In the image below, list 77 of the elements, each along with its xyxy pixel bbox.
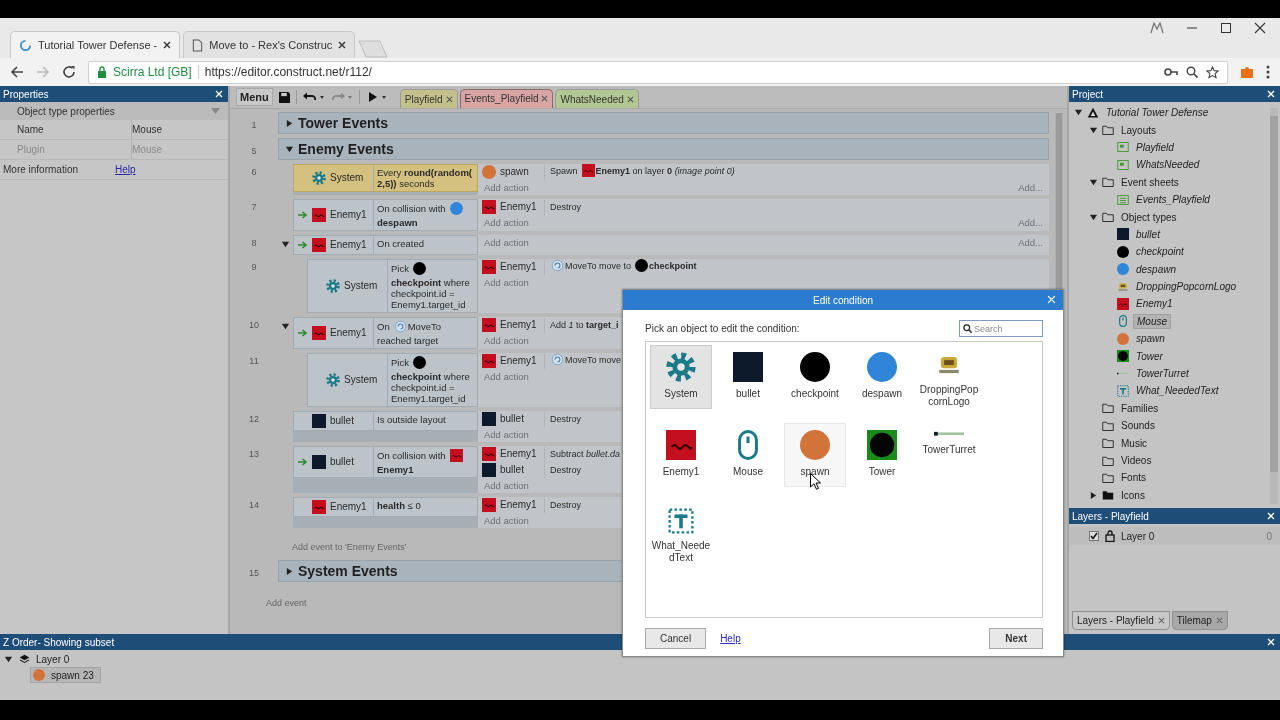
condition-text: Is outside layout (377, 414, 446, 425)
panel-title: Project (1072, 88, 1104, 100)
section-title: Object type properties (17, 105, 115, 117)
object-name: Enemy1 (500, 499, 537, 511)
condition-text: checkpoint where (391, 371, 470, 382)
panel-title: Properties (3, 88, 49, 100)
object-name: Enemy1 (500, 319, 537, 331)
object-name: Enemy1 (330, 239, 367, 251)
group-title: Enemy Events (298, 141, 394, 157)
panel-title: Z Order- Showing subset (3, 636, 115, 648)
object-name: bullet (330, 415, 354, 427)
object-name: bullet (500, 464, 524, 476)
action-text: MoveTo move to (565, 260, 632, 272)
condition-text: On collision with (377, 203, 446, 214)
object-name: System (344, 374, 378, 386)
condition-text: Pick (391, 357, 409, 368)
condition-text: Enemy1 (377, 464, 414, 475)
layer-count: 0 (1266, 530, 1272, 542)
property-name: More information (3, 163, 80, 177)
line-number: 1 (251, 120, 257, 130)
action-text: Destroy (550, 464, 581, 476)
object-name: bullet (500, 413, 524, 425)
property-name: Plugin (17, 140, 132, 159)
condition-text: Every round(random( (377, 167, 472, 178)
line-number: 6 (251, 167, 257, 177)
condition-text: despawn (377, 217, 418, 228)
line-number: 10 (249, 320, 259, 330)
condition-text: On created (377, 238, 424, 249)
action-text: Enemy1 on layer 0 (image point 0) (595, 165, 735, 177)
prompt-text: Pick an object to edit the condition: (645, 323, 800, 334)
condition-text: reached target (377, 335, 439, 346)
condition-text: Enemy1.target_id (391, 393, 466, 404)
line-number: 15 (249, 568, 259, 578)
property-value: Mouse (132, 124, 163, 135)
line-number: 7 (251, 202, 257, 212)
condition-text: checkpoint.id = (391, 382, 455, 393)
condition-text: Pick (391, 263, 409, 274)
object-name: Enemy1 (330, 209, 367, 221)
object-name: Enemy1 (500, 355, 537, 367)
condition-text: Enemy1.target_id (391, 299, 466, 310)
line-number: 11 (249, 356, 259, 366)
action-text: Add 1 to target_i (550, 319, 619, 331)
group-title: Tower Events (298, 115, 388, 131)
panel-title: Layers - Playfield (1072, 510, 1149, 522)
group-title: System Events (298, 563, 398, 579)
line-number: 12 (249, 414, 259, 424)
condition-text: checkpoint where (391, 277, 470, 288)
property-value: Mouse (132, 144, 163, 155)
condition-text: checkpoint.id = (391, 288, 455, 299)
action-text: MoveTo move (565, 354, 622, 366)
object-name: spawn (500, 166, 529, 178)
condition-text: health ≤ 0 (377, 500, 421, 511)
line-number: 5 (251, 146, 257, 156)
line-number: 13 (249, 449, 259, 459)
action-text: Destroy (550, 201, 581, 213)
object-name: System (344, 280, 378, 292)
object-name: Enemy1 (500, 201, 537, 213)
condition-text: 2,5)) seconds (377, 178, 435, 189)
property-name: Name (17, 120, 132, 139)
dialog-title: Edit condition (812, 294, 873, 306)
object-name: Enemy1 (330, 327, 367, 339)
line-number: 14 (249, 500, 259, 510)
line-number: 9 (251, 262, 257, 272)
action-text: Spawn (550, 165, 578, 177)
condition-text: MoveTo (407, 321, 441, 332)
object-name: Enemy1 (330, 501, 367, 513)
action-text: Subtract bullet.da (550, 448, 621, 460)
object-name: bullet (330, 456, 354, 468)
action-text: Destroy (550, 499, 581, 511)
condition-text: On collision with (377, 450, 446, 461)
object-name: Enemy1 (500, 448, 537, 460)
condition-text: On (377, 321, 390, 332)
object-name: Enemy1 (500, 261, 537, 273)
action-text: Destroy (550, 413, 581, 425)
object-name: System (330, 172, 364, 184)
line-number: 8 (251, 238, 257, 248)
action-text: checkpoint (649, 260, 697, 272)
